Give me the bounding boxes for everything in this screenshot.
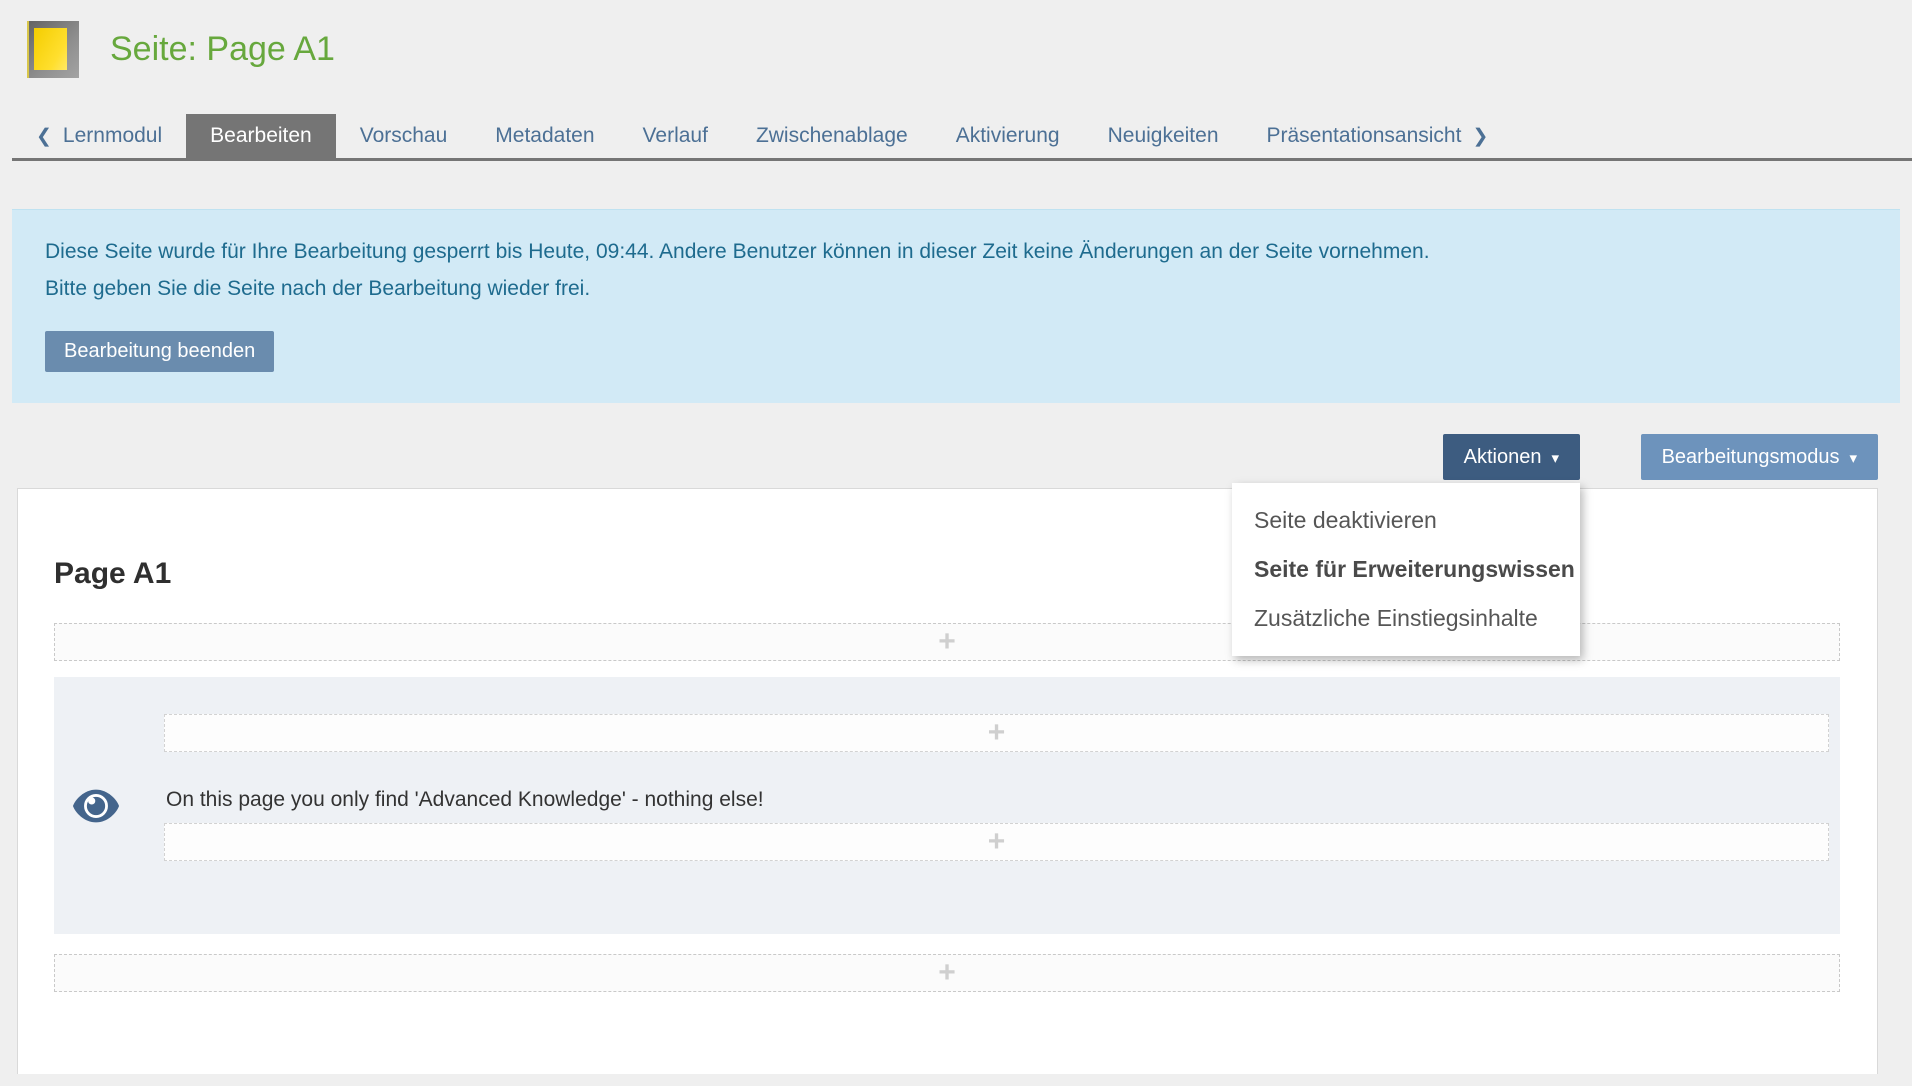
menu-item-zusaetzliche-einstiegsinhalte[interactable]: Zusätzliche Einstiegsinhalte: [1232, 594, 1580, 643]
end-editing-button[interactable]: Bearbeitung beenden: [45, 331, 274, 372]
tab-neuigkeiten[interactable]: Neuigkeiten: [1084, 114, 1243, 158]
actions-button-label: Aktionen: [1464, 446, 1542, 469]
tab-zwischenablage[interactable]: Zwischenablage: [732, 114, 932, 158]
tab-back-lernmodul[interactable]: ❮ Lernmodul: [12, 114, 186, 158]
edit-mode-dropdown-button[interactable]: Bearbeitungsmodus ▾: [1641, 434, 1878, 480]
page-lock-notice: Diese Seite wurde für Ihre Bearbeitung g…: [12, 209, 1900, 403]
advanced-knowledge-section[interactable]: + On this page you only find 'Advanced K…: [54, 677, 1840, 934]
caret-down-icon: ▾: [1849, 449, 1857, 467]
eye-icon: [71, 785, 121, 827]
tab-vorschau[interactable]: Vorschau: [336, 114, 472, 158]
tab-label: Zwischenablage: [756, 124, 908, 148]
page-header: Seite: Page A1: [0, 0, 1912, 78]
chevron-right-icon: ❯: [1472, 125, 1488, 148]
tab-label: Metadaten: [495, 124, 594, 148]
tab-label: Vorschau: [360, 124, 448, 148]
tab-label: Verlauf: [643, 124, 708, 148]
tab-aktivierung[interactable]: Aktivierung: [932, 114, 1084, 158]
menu-item-seite-fuer-erweiterungswissen[interactable]: Seite für Erweiterungswissen: [1232, 545, 1580, 594]
learning-module-icon-fill: [34, 28, 67, 70]
tab-bearbeiten[interactable]: Bearbeiten: [186, 114, 336, 158]
edit-mode-button-label: Bearbeitungsmodus: [1662, 446, 1840, 469]
page-title: Seite: Page A1: [110, 30, 335, 69]
plus-icon: +: [988, 718, 1006, 748]
page-toolbar: Aktionen ▾ Bearbeitungsmodus ▾ Seite dea…: [0, 434, 1912, 480]
tab-label: Lernmodul: [63, 124, 162, 148]
tab-verlauf[interactable]: Verlauf: [619, 114, 732, 158]
plus-icon: +: [938, 627, 956, 657]
insert-dropzone-section-top[interactable]: +: [164, 714, 1829, 752]
tab-bar: ❮ Lernmodul Bearbeiten Vorschau Metadate…: [12, 114, 1912, 161]
chevron-left-icon: ❮: [36, 125, 52, 148]
tab-label: Aktivierung: [956, 124, 1060, 148]
tab-label: Bearbeiten: [210, 124, 312, 148]
tab-label: Präsentationsansicht: [1267, 124, 1462, 148]
plus-icon: +: [988, 827, 1006, 857]
paragraph-text[interactable]: On this page you only find 'Advanced Kno…: [166, 788, 1829, 812]
insert-dropzone-section-bottom[interactable]: +: [164, 823, 1829, 861]
lock-notice-line2: Bitte geben Sie die Seite nach der Bearb…: [45, 270, 1845, 307]
insert-dropzone-bottom[interactable]: +: [54, 954, 1840, 992]
lock-notice-line1: Diese Seite wurde für Ihre Bearbeitung g…: [45, 233, 1845, 270]
plus-icon: +: [938, 958, 956, 988]
caret-down-icon: ▾: [1551, 449, 1559, 467]
tab-label: Neuigkeiten: [1108, 124, 1219, 148]
tab-forward-praesentationsansicht[interactable]: Präsentationsansicht ❯: [1243, 114, 1513, 158]
actions-dropdown-menu: Seite deaktivieren Seite für Erweiterung…: [1232, 483, 1580, 656]
tab-metadaten[interactable]: Metadaten: [471, 114, 618, 158]
menu-item-seite-deaktivieren[interactable]: Seite deaktivieren: [1232, 496, 1580, 545]
page-editor-panel: Page A1 + + On this page you only find '…: [17, 488, 1878, 1074]
learning-module-icon: [27, 21, 79, 78]
actions-dropdown-button[interactable]: Aktionen ▾: [1443, 434, 1580, 480]
